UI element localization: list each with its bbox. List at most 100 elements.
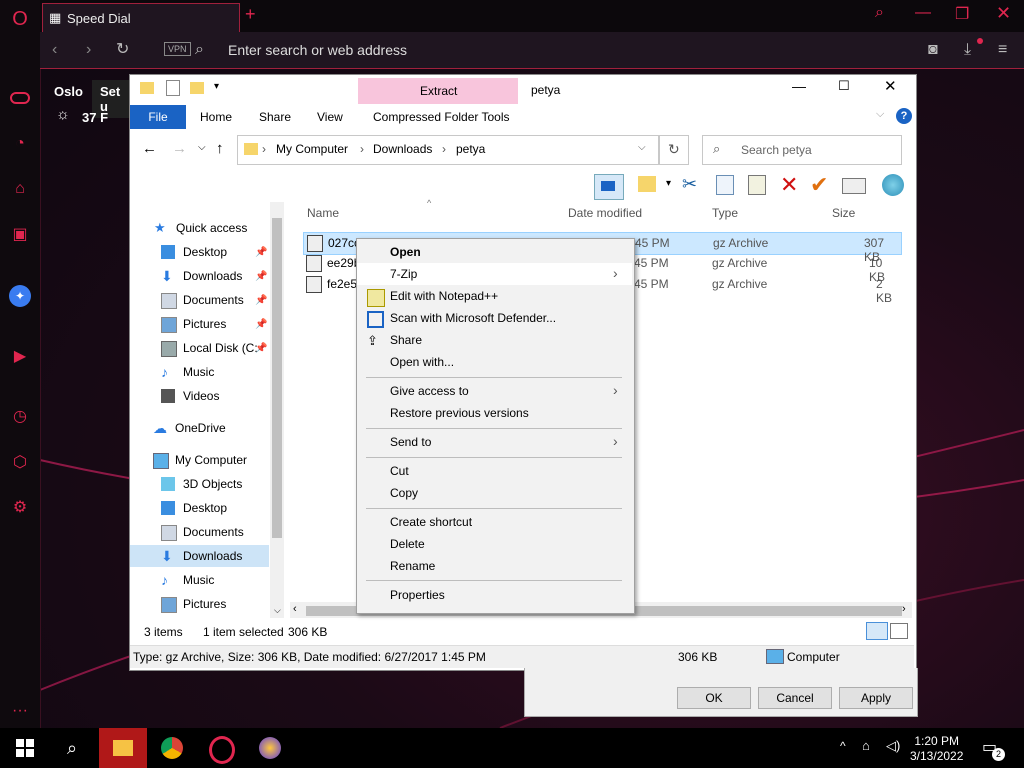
search-icon: ⌕ <box>713 141 721 156</box>
nav-forward-icon[interactable]: → <box>172 140 187 157</box>
close-icon[interactable]: ✕ <box>884 77 897 95</box>
breadcrumb-petya[interactable]: petya <box>456 142 485 156</box>
twitch-icon[interactable]: ▣ <box>9 224 31 246</box>
qat-dropdown-icon[interactable]: ▾ <box>214 81 219 92</box>
restore-browser-icon[interactable]: ❐ <box>955 4 969 24</box>
menu-item-copy[interactable]: Copy <box>390 486 418 500</box>
recent-locations-icon[interactable]: ⌵ <box>198 142 206 153</box>
checkmark-icon[interactable]: ✔ <box>810 172 828 198</box>
maximize-icon[interactable]: ☐ <box>838 78 850 94</box>
menu-item-open[interactable]: Open <box>390 245 421 259</box>
rename-icon[interactable] <box>842 178 866 194</box>
menu-item-scan-defender[interactable]: Scan with Microsoft Defender... <box>390 311 556 325</box>
nav-back-icon[interactable]: ← <box>142 140 157 157</box>
scroll-left-icon[interactable]: ‹ <box>293 603 297 615</box>
large-icons-view-icon[interactable] <box>890 623 908 639</box>
bag-icon[interactable]: ⌂ <box>9 178 31 200</box>
apply-button[interactable]: Apply <box>839 687 913 709</box>
nav-scrollbar-thumb[interactable] <box>272 218 282 538</box>
forward-icon[interactable]: › <box>86 41 91 59</box>
address-input[interactable]: Enter search or web address <box>228 42 407 58</box>
minimize-browser-icon[interactable]: — <box>915 4 931 22</box>
download-icon[interactable]: ⤓ <box>964 41 971 59</box>
opera-logo-icon[interactable]: O <box>9 8 31 30</box>
taskbar-search-icon[interactable]: ⌕ <box>57 733 87 763</box>
gamepad-icon[interactable] <box>9 90 31 112</box>
menu-item-create-shortcut[interactable]: Create shortcut <box>390 515 472 529</box>
menu-item-properties[interactable]: Properties <box>390 588 445 602</box>
tab-file[interactable]: File <box>130 105 186 129</box>
menu-item-share[interactable]: Share <box>390 333 422 347</box>
path-dropdown-icon[interactable]: ⌵ <box>638 142 646 153</box>
menu-item-rename[interactable]: Rename <box>390 559 435 573</box>
settings-gear-icon[interactable]: ⚙ <box>9 497 31 519</box>
file-date: 45 PM <box>634 277 669 291</box>
cut-icon[interactable]: ✂ <box>682 174 697 195</box>
tray-chevron-icon[interactable]: ^ <box>840 739 846 753</box>
ok-button[interactable]: OK <box>677 687 751 709</box>
tab-compressed-folder-tools[interactable]: Compressed Folder Tools <box>373 110 510 124</box>
volume-icon[interactable]: ◁) <box>886 738 900 754</box>
download-badge <box>977 38 983 44</box>
new-folder-icon[interactable] <box>190 82 204 94</box>
new-folder-toolbar-icon[interactable] <box>638 176 656 192</box>
globe-icon[interactable] <box>882 174 904 196</box>
play-icon[interactable]: ▶ <box>9 346 31 368</box>
column-header-size[interactable]: Size <box>832 206 855 220</box>
tab-search-icon[interactable]: ⌕ <box>875 4 884 22</box>
taskbar-active-app[interactable] <box>99 728 147 768</box>
speedometer-icon[interactable]: ◔ <box>9 133 31 155</box>
menu-item-restore-versions[interactable]: Restore previous versions <box>390 406 529 420</box>
menu-item-delete[interactable]: Delete <box>390 537 425 551</box>
column-header-date[interactable]: Date modified <box>568 206 642 220</box>
column-header-type[interactable]: Type <box>712 206 738 220</box>
tab-view[interactable]: View <box>317 110 343 124</box>
nav-scroll-down-icon[interactable]: ⌵ <box>274 605 281 616</box>
easy-setup-icon[interactable]: ≡ <box>998 41 1007 59</box>
menu-item-cut[interactable]: Cut <box>390 464 409 478</box>
camera-icon[interactable]: ◙ <box>928 41 938 59</box>
tab-speed-dial[interactable]: ▦ Speed Dial <box>42 3 240 33</box>
details-view-icon[interactable] <box>866 622 888 640</box>
vpn-badge[interactable]: VPN <box>164 42 191 56</box>
menu-item-open-with[interactable]: Open with... <box>390 355 454 369</box>
search-box[interactable]: ⌕ Search petya <box>702 135 902 165</box>
scroll-right-icon[interactable]: › <box>902 603 906 615</box>
tab-share[interactable]: Share <box>259 110 291 124</box>
tab-home[interactable]: Home <box>200 110 232 124</box>
properties-icon[interactable] <box>166 80 180 96</box>
reload-icon[interactable]: ↻ <box>116 41 129 59</box>
menu-item-give-access[interactable]: Give access to <box>390 384 469 398</box>
preview-pane-button[interactable] <box>594 174 624 200</box>
cancel-button[interactable]: Cancel <box>758 687 832 709</box>
menu-item-7zip[interactable]: 7-Zip <box>390 267 417 281</box>
firefox-icon[interactable] <box>259 737 281 759</box>
new-tab-plus-icon[interactable]: + <box>245 4 256 25</box>
clock-icon[interactable]: ◷ <box>9 406 31 428</box>
taskbar-clock[interactable]: 1:20 PM 3/13/2022 <box>910 734 963 764</box>
nav-up-icon[interactable]: ↑ <box>216 140 224 157</box>
opera-icon[interactable] <box>209 736 235 764</box>
paste-icon[interactable] <box>748 175 766 195</box>
column-header-name[interactable]: Name <box>307 206 339 220</box>
help-icon[interactable]: ? <box>896 108 912 124</box>
back-icon[interactable]: ‹ <box>52 41 57 59</box>
cube-icon[interactable]: ⬡ <box>9 452 31 474</box>
chrome-icon[interactable] <box>161 737 183 759</box>
start-button[interactable] <box>10 733 40 763</box>
refresh-button[interactable]: ↻ <box>659 135 689 165</box>
copy-icon[interactable] <box>716 175 734 195</box>
delete-x-icon[interactable]: ✕ <box>780 172 798 198</box>
network-icon[interactable]: ⌂ <box>862 738 870 753</box>
ribbon-collapse-icon[interactable]: ⌵ <box>876 108 884 121</box>
breadcrumb-my-computer[interactable]: My Computer <box>276 142 348 156</box>
breadcrumb-downloads[interactable]: Downloads <box>373 142 432 156</box>
messenger-icon[interactable]: ✦ <box>9 285 31 307</box>
minimize-icon[interactable]: — <box>792 78 806 94</box>
toolbar-dropdown-icon[interactable]: ▾ <box>666 178 671 189</box>
menu-item-edit-notepad[interactable]: Edit with Notepad++ <box>390 289 498 303</box>
address-path[interactable]: › My Computer › Downloads › petya ⌵ <box>237 135 659 165</box>
menu-item-send-to[interactable]: Send to <box>390 435 431 449</box>
close-browser-icon[interactable]: ✕ <box>996 3 1011 24</box>
more-icon[interactable]: ··· <box>9 700 31 722</box>
